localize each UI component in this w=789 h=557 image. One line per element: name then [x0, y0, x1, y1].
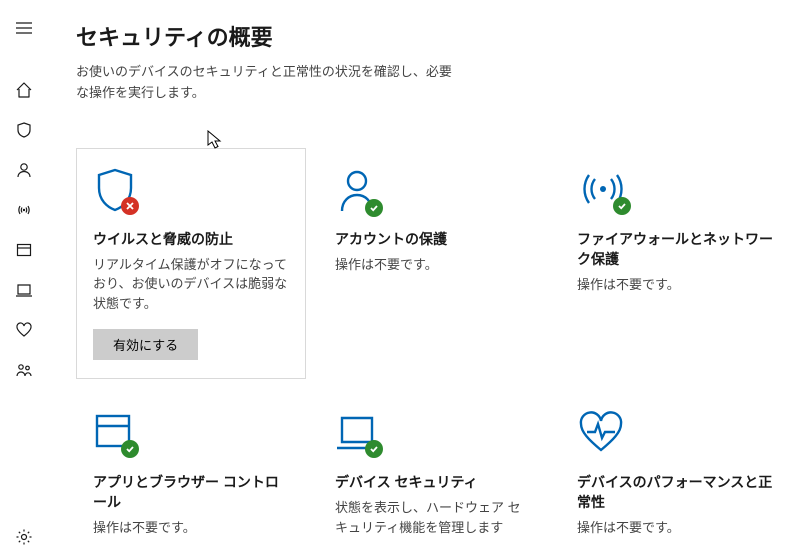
card-icon-wrapper	[335, 410, 531, 466]
sidebar-appbrowser[interactable]	[4, 230, 44, 270]
card-desc: 操作は不要です。	[335, 255, 531, 275]
sidebar-settings[interactable]	[4, 517, 44, 557]
heart-icon	[15, 321, 33, 339]
card-icon-wrapper	[577, 167, 773, 223]
sidebar-virus[interactable]	[4, 110, 44, 150]
wifi-icon	[15, 201, 33, 219]
account-icon	[15, 161, 33, 179]
card-desc: 操作は不要です。	[577, 275, 773, 295]
shield-icon	[15, 121, 33, 139]
sidebar-health[interactable]	[4, 310, 44, 350]
card-desc: 操作は不要です。	[93, 518, 289, 538]
ok-badge	[613, 197, 631, 215]
ok-badge	[121, 440, 139, 458]
error-badge	[121, 197, 139, 215]
device-icon	[15, 281, 33, 299]
sidebar	[0, 0, 48, 557]
menu-icon	[15, 19, 33, 37]
ok-badge	[365, 199, 383, 217]
cards-grid: ウイルスと脅威の防止 リアルタイム保護がオフになっており、お使いのデバイスは脆弱…	[76, 148, 761, 557]
app-browser-icon	[15, 241, 33, 259]
menu-button[interactable]	[4, 8, 44, 48]
sidebar-home[interactable]	[4, 70, 44, 110]
card-firewall[interactable]: ファイアウォールとネットワーク保護 操作は不要です。	[560, 148, 789, 380]
card-device-security[interactable]: デバイス セキュリティ 状態を表示し、ハードウェア セキュリティ機能を管理します	[318, 391, 548, 557]
card-title: デバイス セキュリティ	[335, 472, 531, 492]
card-icon-wrapper	[93, 410, 289, 466]
card-icon-wrapper	[577, 410, 773, 466]
card-title: ウイルスと脅威の防止	[93, 229, 289, 249]
heart-pulse-icon	[577, 410, 625, 458]
card-virus-threat[interactable]: ウイルスと脅威の防止 リアルタイム保護がオフになっており、お使いのデバイスは脆弱…	[76, 148, 306, 380]
sidebar-firewall[interactable]	[4, 190, 44, 230]
sidebar-family[interactable]	[4, 350, 44, 390]
card-account-protection[interactable]: アカウントの保護 操作は不要です。	[318, 148, 548, 380]
main-content: セキュリティの概要 お使いのデバイスのセキュリティと正常性の状況を確認し、必要な…	[48, 0, 789, 557]
settings-icon	[15, 528, 33, 546]
sidebar-device[interactable]	[4, 270, 44, 310]
sidebar-account[interactable]	[4, 150, 44, 190]
page-subtitle: お使いのデバイスのセキュリティと正常性の状況を確認し、必要な操作を実行します。	[76, 62, 456, 104]
home-icon	[15, 81, 33, 99]
card-performance-health[interactable]: デバイスのパフォーマンスと正常性 操作は不要です。	[560, 391, 789, 557]
card-app-browser[interactable]: アプリとブラウザー コントロール 操作は不要です。	[76, 391, 306, 557]
card-desc: 操作は不要です。	[577, 518, 773, 538]
card-title: デバイスのパフォーマンスと正常性	[577, 472, 773, 512]
ok-badge	[365, 440, 383, 458]
page-title: セキュリティの概要	[76, 20, 761, 52]
family-icon	[15, 361, 33, 379]
card-title: アプリとブラウザー コントロール	[93, 472, 289, 512]
enable-button[interactable]: 有効にする	[93, 329, 198, 360]
card-icon-wrapper	[93, 167, 289, 223]
card-desc: 状態を表示し、ハードウェア セキュリティ機能を管理します	[335, 498, 531, 537]
card-desc: リアルタイム保護がオフになっており、お使いのデバイスは脆弱な状態です。	[93, 255, 289, 314]
card-icon-wrapper	[335, 167, 531, 223]
card-title: アカウントの保護	[335, 229, 531, 249]
card-title: ファイアウォールとネットワーク保護	[577, 229, 773, 269]
